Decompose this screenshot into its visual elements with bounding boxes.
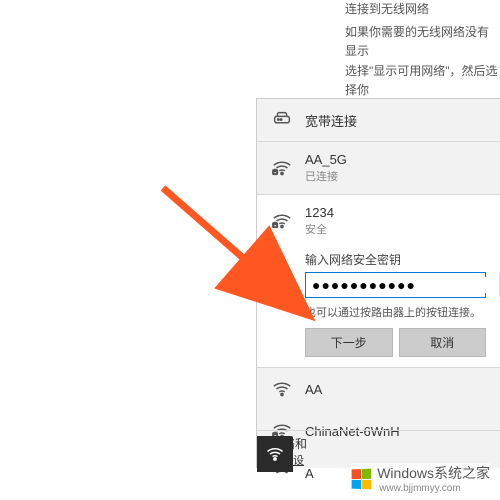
watermark-url: www.bjjmmyy.com xyxy=(379,483,490,494)
watermark: Windows系统之家 www.bjjmmyy.com xyxy=(351,463,490,494)
wifi-secure-icon xyxy=(271,157,293,179)
taskbar-wifi-icon[interactable] xyxy=(257,436,293,472)
wifi-open-icon xyxy=(271,378,293,400)
password-input-wrap xyxy=(305,272,486,298)
broadband-item[interactable]: 宽带连接 xyxy=(257,99,500,141)
wps-hint: 也可以通过按路由器上的按钮连接。 xyxy=(305,304,486,320)
next-button[interactable]: 下一步 xyxy=(305,328,393,357)
password-label: 输入网络安全密钥 xyxy=(305,251,486,268)
network-item-aa5g[interactable]: AA_5G 已连接 xyxy=(257,141,500,194)
watermark-text: Windows系统之家 xyxy=(377,463,490,483)
wifi-flyout-panel: 宽带连接 AA_5G 已连接 xyxy=(256,98,500,468)
network-item-1234[interactable]: 1234 安全 xyxy=(257,195,500,247)
network-item-1234-expanded: 1234 安全 输入网络安全密钥 也可以通过按路由器上的按钮连接。 下一步 取消 xyxy=(257,194,500,368)
help-line: 如果你需要的无线网络没有显示 xyxy=(345,23,500,61)
network-name: 宽带连接 xyxy=(305,111,357,130)
network-and-label: 网络和 xyxy=(271,435,486,452)
network-name: AA_5G xyxy=(305,152,347,167)
dialup-icon xyxy=(271,109,293,131)
wifi-secure-icon xyxy=(271,210,293,232)
network-item-aa[interactable]: AA xyxy=(257,368,500,410)
button-row: 下一步 取消 xyxy=(257,328,500,367)
password-input[interactable] xyxy=(306,277,499,293)
cancel-button[interactable]: 取消 xyxy=(399,328,487,357)
network-status: 已连接 xyxy=(305,168,347,184)
windows-logo-icon xyxy=(352,468,372,489)
help-line: 选择"显示可用网络"，然后选择你 xyxy=(345,62,500,100)
network-name: 1234 xyxy=(305,205,334,220)
network-name: AA xyxy=(305,382,322,397)
network-status: 安全 xyxy=(305,221,334,237)
help-title: 连接到无线网络 xyxy=(345,0,500,19)
